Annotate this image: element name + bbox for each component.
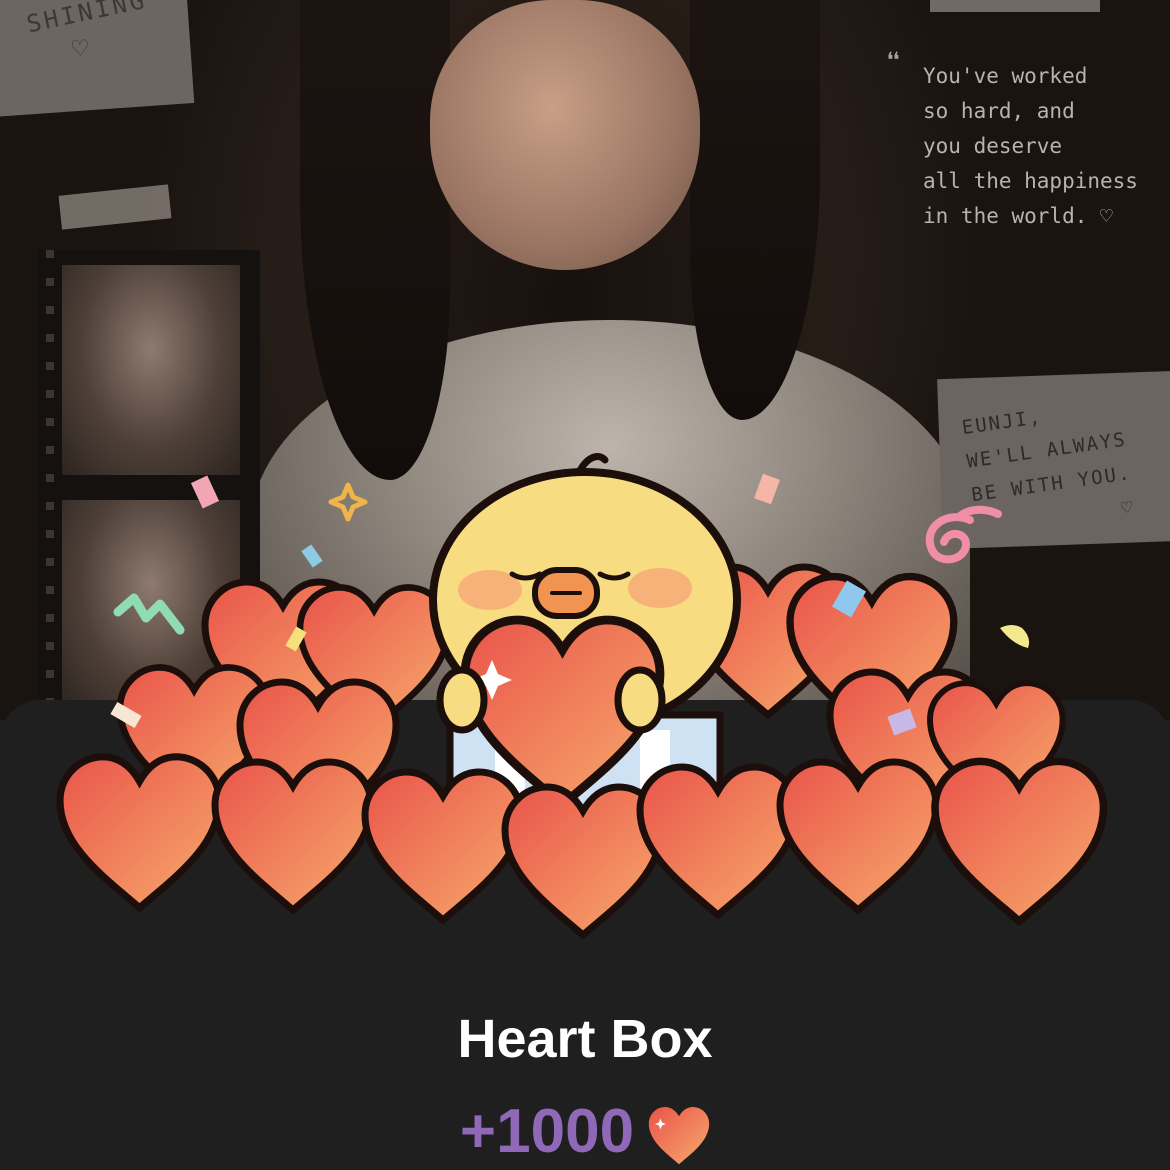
heart-shape [365,772,521,920]
heart-shape [935,761,1103,921]
heart-shape [640,767,796,915]
heart-box-sticker [0,453,1170,1000]
heart-icon [648,1106,710,1164]
reward-amount: +1000 [459,1097,635,1166]
heart-shape [780,762,936,910]
heart-shape [60,757,219,908]
gift-title: Heart Box [457,1009,713,1069]
sparkle-icon [328,482,368,522]
gift-reward: +1000 [0,1096,1170,1167]
heart-shape [215,762,371,910]
